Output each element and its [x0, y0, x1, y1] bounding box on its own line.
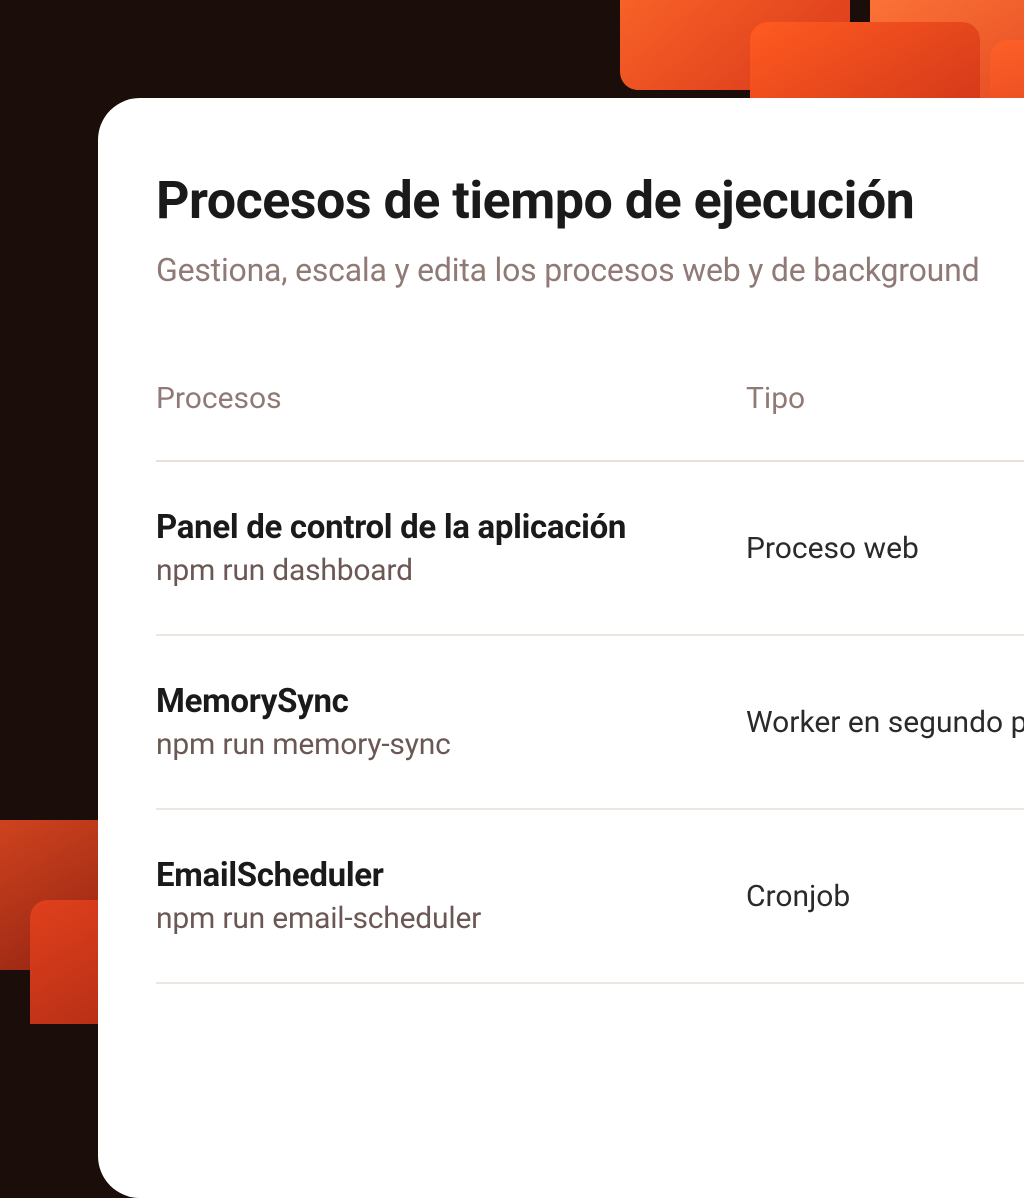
processes-card: Procesos de tiempo de ejecución Gestiona… [98, 98, 1024, 1198]
process-command: npm run email-scheduler [156, 901, 746, 936]
column-header-type: Tipo [746, 381, 1024, 416]
process-command: npm run dashboard [156, 553, 746, 588]
table-row[interactable]: Panel de control de la aplicación npm ru… [156, 462, 1024, 636]
table-header-row: Procesos Tipo [156, 381, 1024, 462]
process-type: Proceso web [746, 531, 1024, 566]
page-subtitle: Gestiona, escala y edita los procesos we… [156, 251, 1024, 289]
table-row[interactable]: MemorySync npm run memory-sync Worker en… [156, 636, 1024, 810]
process-name: Panel de control de la aplicación [156, 508, 746, 547]
page-title: Procesos de tiempo de ejecución [156, 170, 1024, 231]
table-row[interactable]: EmailScheduler npm run email-scheduler C… [156, 810, 1024, 984]
process-info: MemorySync npm run memory-sync [156, 682, 746, 762]
process-info: Panel de control de la aplicación npm ru… [156, 508, 746, 588]
process-command: npm run memory-sync [156, 727, 746, 762]
process-type: Worker en segundo plano [746, 705, 1024, 740]
process-type: Cronjob [746, 879, 1024, 914]
process-name: EmailScheduler [156, 856, 746, 895]
process-info: EmailScheduler npm run email-scheduler [156, 856, 746, 936]
column-header-process: Procesos [156, 381, 746, 416]
process-name: MemorySync [156, 682, 746, 721]
